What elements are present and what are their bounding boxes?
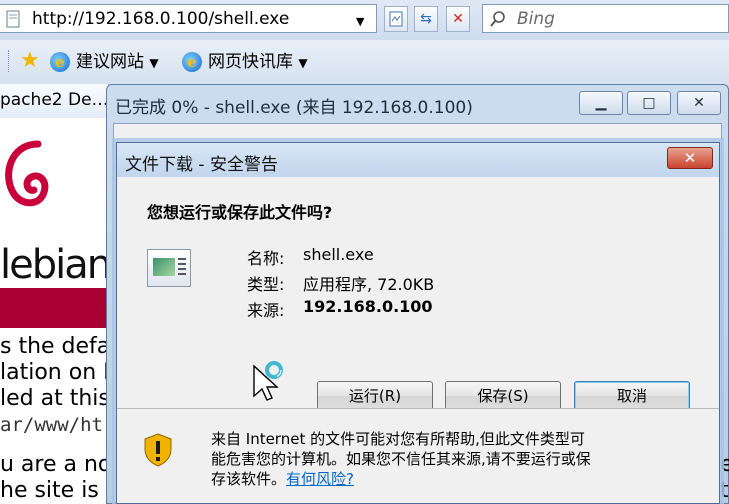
dialog-question: 您想运行或保存此文件吗? [147, 203, 333, 222]
search-box[interactable]: Bing [482, 4, 729, 33]
window-close-button[interactable]: ✕ [677, 91, 721, 115]
warning-line: 存该软件。 [211, 470, 287, 488]
dialog-body: 您想运行或保存此文件吗? 名称: shell.exe 类型: 应用程序, 72.… [123, 179, 713, 411]
debian-wordmark: lebian [0, 242, 109, 288]
warning-text: 来自 Internet 的文件可能对您有所帮助,但此文件类型可 能危害您的计算机… [211, 429, 691, 489]
minimize-icon: ▁ [595, 95, 607, 111]
run-button[interactable]: 运行(R) [317, 381, 433, 411]
page-text-fragment: e [720, 452, 729, 477]
toolbar-grip [8, 50, 11, 72]
refresh-icon: ⇆ [420, 11, 432, 27]
ie-logo-icon: e [182, 52, 202, 72]
page-text-line: u are a norr [0, 452, 109, 477]
minimize-button[interactable]: ▁ [579, 91, 623, 115]
ie-logo-icon: e [50, 52, 70, 72]
what-is-the-risk-link[interactable]: 有何风险? [286, 470, 354, 488]
page-text-fragment: t [720, 478, 729, 503]
url-dropdown-icon[interactable]: ▼ [356, 15, 364, 28]
warning-area: 来自 Internet 的文件可能对您有所帮助,但此文件类型可 能危害您的计算机… [117, 409, 719, 503]
debian-red-band [0, 288, 108, 328]
progress-window-title: 已完成 0% - shell.exe (来自 192.168.0.100) [115, 98, 473, 118]
fav-web-slice-gallery[interactable]: e 网页快讯库 ▼ [182, 50, 308, 74]
maximize-icon: □ [642, 95, 656, 111]
stop-icon: ✕ [452, 11, 464, 27]
tab-label: pache2 De… [0, 90, 109, 110]
address-bar[interactable]: http://192.168.0.100/shell.exe ▼ [0, 4, 377, 33]
chevron-down-icon: ▼ [298, 56, 308, 70]
url-text[interactable]: http://192.168.0.100/shell.exe [32, 9, 289, 29]
maximize-button[interactable]: □ [627, 91, 671, 115]
page-text-line: he site is c [0, 478, 109, 503]
address-bar-area: http://192.168.0.100/shell.exe ▼ ⇆ ✕ Bin… [0, 0, 729, 40]
page-text-path: ar/www/ht [0, 414, 103, 436]
type-label: 类型: [247, 275, 285, 294]
compatibility-view-button[interactable] [384, 6, 408, 32]
stop-button[interactable]: ✕ [446, 6, 470, 32]
name-label: 名称: [247, 249, 285, 268]
close-icon: ✕ [683, 149, 697, 167]
search-icon [490, 11, 505, 27]
name-value: shell.exe [303, 245, 374, 264]
source-label: 来源: [247, 301, 285, 320]
fav-label: 建议网站 [76, 52, 144, 72]
type-value: 应用程序, 72.0KB [303, 275, 435, 294]
page-text-line: s the defa [0, 334, 109, 359]
tab-apache[interactable]: pache2 De… [0, 84, 109, 118]
cancel-button[interactable]: 取消 [574, 381, 690, 411]
security-shield-icon [144, 433, 172, 467]
page-icon [6, 10, 20, 28]
fav-suggested-sites[interactable]: e 建议网站 ▼ [50, 50, 159, 74]
warning-line: 能危害您的计算机。如果您不信任其来源,请不要运行或保 [211, 450, 591, 468]
save-button[interactable]: 保存(S) [445, 381, 561, 411]
debian-swirl-logo [5, 140, 49, 207]
chevron-down-icon: ▼ [149, 56, 159, 70]
search-placeholder: Bing [517, 9, 555, 29]
dialog-title: 文件下载 - 安全警告 [125, 155, 278, 175]
compatibility-icon [389, 11, 403, 27]
refresh-button[interactable]: ⇆ [414, 6, 438, 32]
close-icon: ✕ [693, 95, 705, 111]
dialog-title-bar: 文件下载 - 安全警告 ✕ [117, 143, 719, 177]
web-page-content: lebian s the defa lation on D led at thi… [0, 118, 109, 504]
page-text-line: led at this [0, 386, 109, 411]
page-text-line: lation on D [0, 360, 109, 385]
fav-label: 网页快讯库 [208, 52, 293, 72]
favorites-star-icon[interactable]: ★ [20, 48, 40, 74]
application-file-icon [147, 249, 191, 287]
dialog-close-button[interactable]: ✕ [667, 147, 713, 169]
favorites-bar: ★ e 建议网站 ▼ e 网页快讯库 ▼ [0, 40, 729, 85]
source-value: 192.168.0.100 [303, 297, 433, 316]
warning-line: 来自 Internet 的文件可能对您有所帮助,但此文件类型可 [211, 430, 585, 448]
file-download-security-dialog: 文件下载 - 安全警告 ✕ 您想运行或保存此文件吗? 名称: shell.exe… [116, 142, 720, 504]
busy-cursor-icon [253, 361, 283, 401]
